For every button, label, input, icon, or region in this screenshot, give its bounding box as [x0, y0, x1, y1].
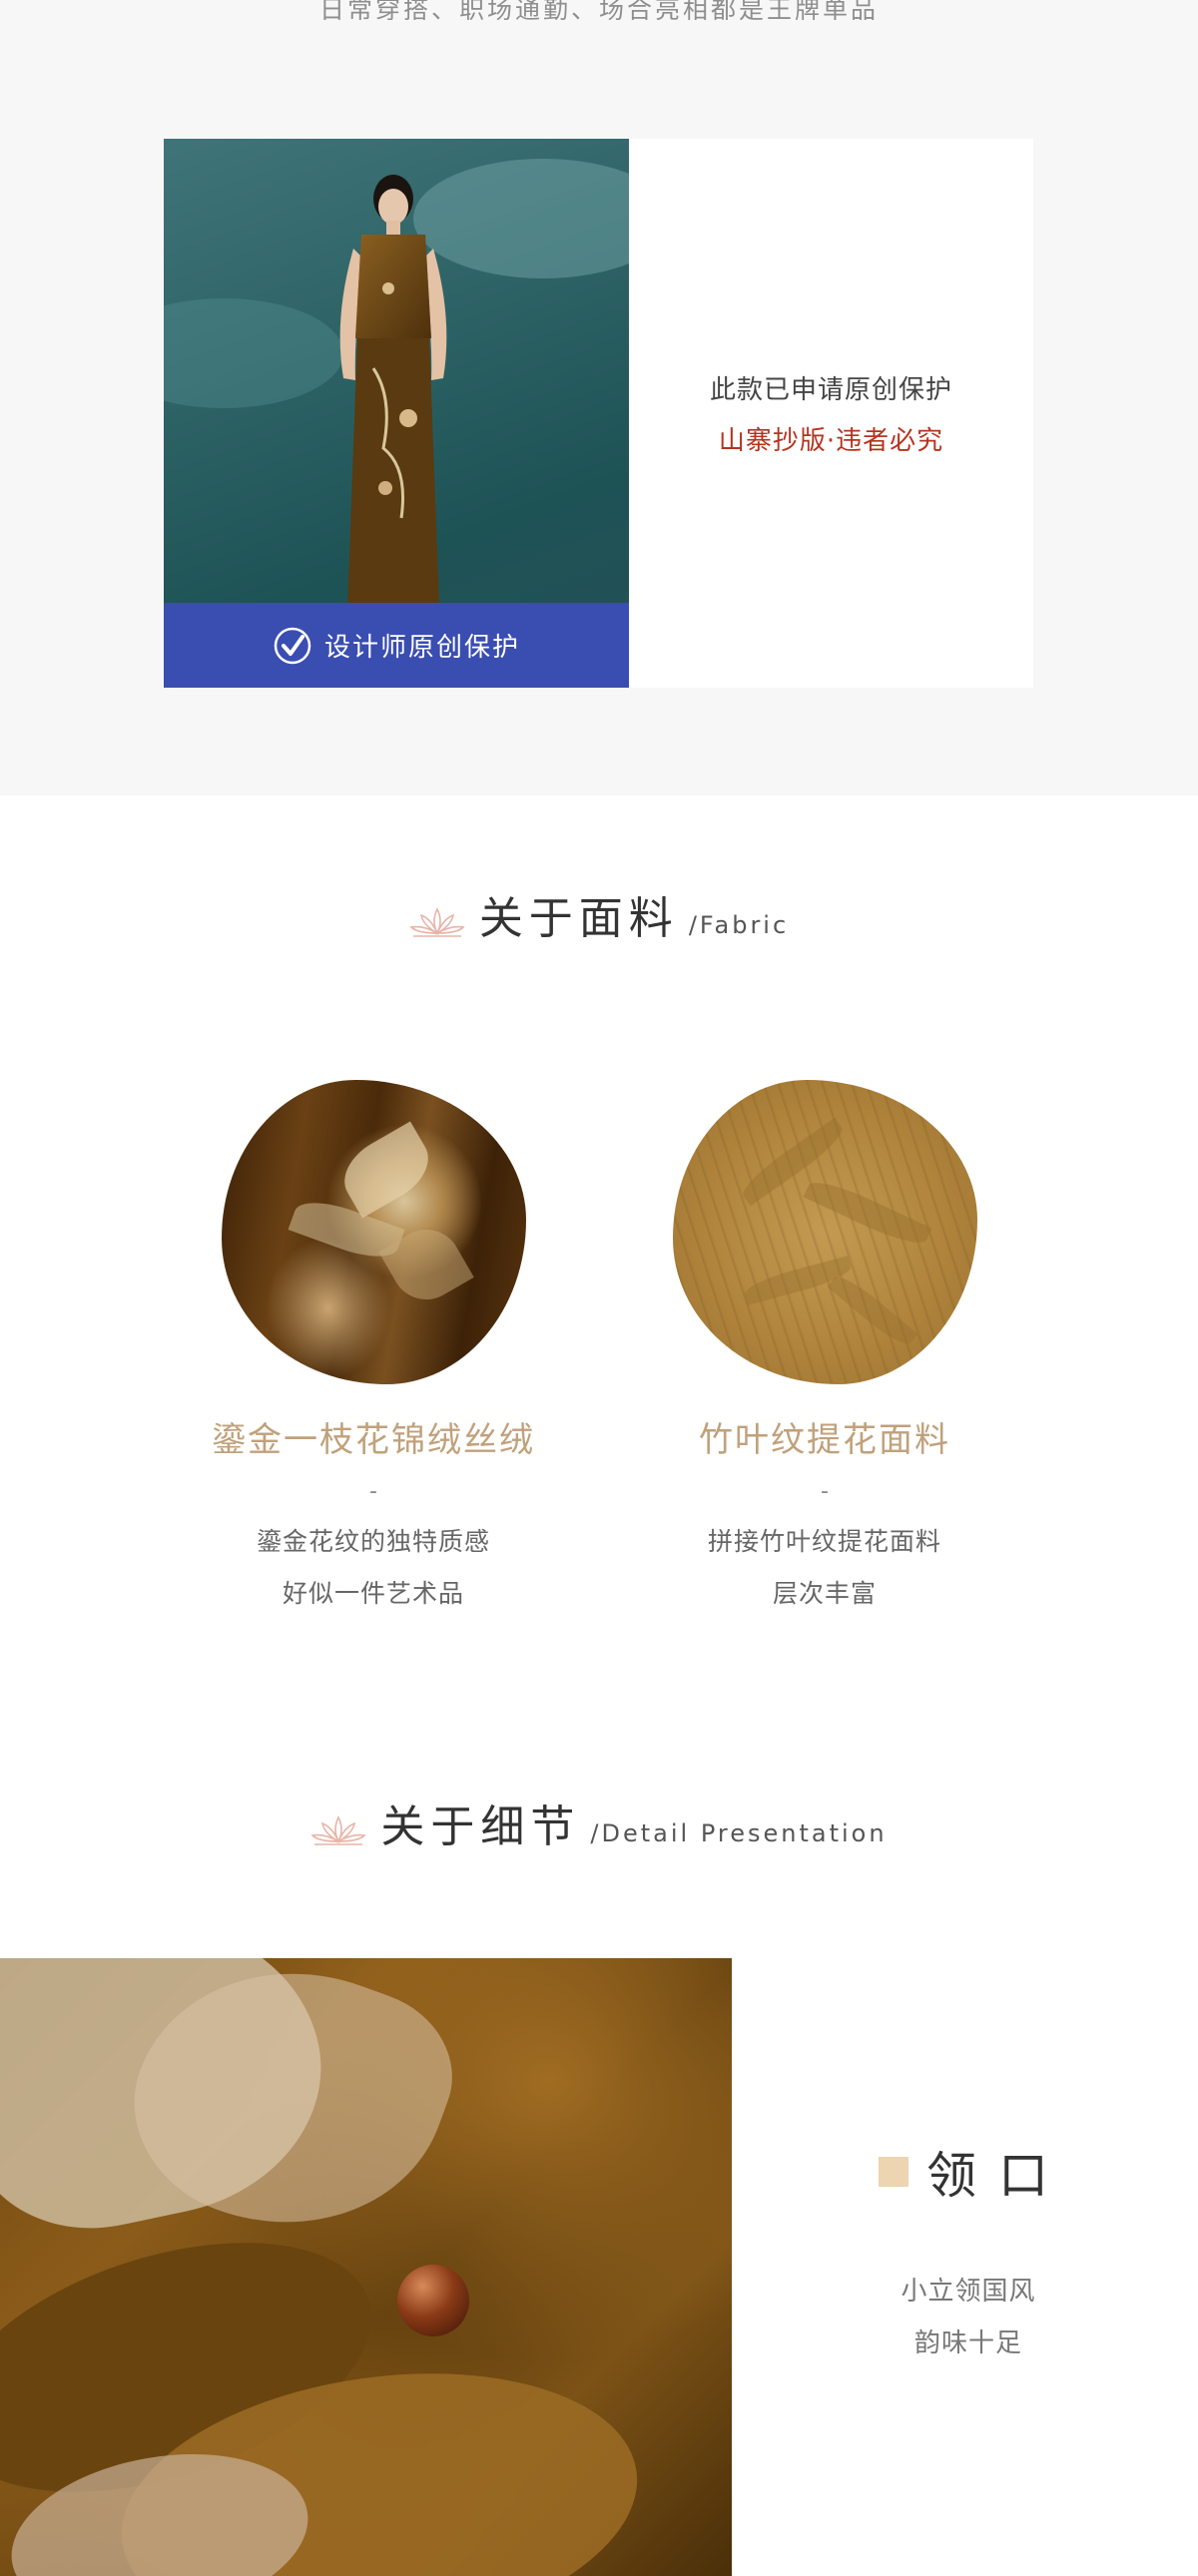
protection-section: 日常穿搭、职场通勤、场合亮相都是王牌单品 设计师原创保护 此款已申请原创保护 山…: [0, 0, 1198, 795]
bamboo-leaf-shape: [827, 1270, 917, 1351]
detail-desc-line: 韵味十足: [913, 2328, 1022, 2358]
protection-line-1: 此款已申请原创保护: [709, 375, 952, 405]
fabric-desc-line: 好似一件艺术品: [282, 1579, 464, 1608]
detail-title-en: /Detail Presentation: [590, 1819, 888, 1847]
fabric-section-title: 关于面料 /Fabric: [0, 893, 1198, 945]
designer-protection-banner: 设计师原创保护: [164, 603, 629, 688]
lotus-icon: [409, 907, 465, 937]
label-square-icon: [879, 2157, 908, 2187]
model-photo: 设计师原创保护: [164, 139, 629, 688]
top-caption: 日常穿搭、职场通勤、场合亮相都是王牌单品: [318, 0, 879, 20]
detail-title-cn: 关于细节: [380, 1802, 581, 1852]
fabric-description: 拼接竹叶纹提花面料 层次丰富: [615, 1516, 1034, 1620]
fabric-item: 竹叶纹提花面料 - 拼接竹叶纹提花面料 层次丰富: [615, 1080, 1034, 1620]
velvet-swatch-image: [221, 1080, 526, 1384]
detail-label-text: 领口: [926, 2147, 1070, 2205]
fabric-desc-line: 拼接竹叶纹提花面料: [707, 1527, 941, 1556]
fabric-name: 鎏金一枝花锦绒丝绒: [212, 1420, 535, 1460]
fabric-dash: -: [369, 1479, 377, 1504]
check-circle-icon: [274, 627, 311, 664]
bamboo-leaf-shape: [803, 1173, 931, 1253]
fabric-dash: -: [821, 1479, 829, 1504]
banner-text: 设计师原创保护: [323, 633, 520, 663]
detail-description: 小立领国风 韵味十足: [819, 2266, 1118, 2369]
fabric-name: 竹叶纹提花面料: [699, 1420, 950, 1460]
protection-notice: 此款已申请原创保护 山寨抄版·违者必究: [629, 139, 1033, 688]
fabric-title-cn: 关于面料: [478, 893, 679, 944]
model-figure: [339, 175, 447, 608]
fabric-desc-line: 层次丰富: [772, 1579, 877, 1608]
button-knot-shape: [397, 2265, 469, 2336]
detail-label: 领口: [879, 2136, 1070, 2208]
bamboo-swatch-image: [672, 1080, 977, 1384]
detail-section-title: 关于细节 /Detail Presentation: [0, 1802, 1198, 1853]
flower-petal-shape: [331, 1121, 440, 1219]
protection-line-2: 山寨抄版·违者必究: [718, 426, 944, 456]
fabric-desc-line: 鎏金花纹的独特质感: [256, 1527, 490, 1556]
fabric-description: 鎏金花纹的独特质感 好似一件艺术品: [164, 1516, 583, 1620]
lotus-icon: [310, 1815, 367, 1845]
detail-desc-line: 小立领国风: [900, 2277, 1036, 2307]
protection-card: 设计师原创保护 此款已申请原创保护 山寨抄版·违者必究: [164, 139, 1033, 688]
fabric-item: 鎏金一枝花锦绒丝绒 - 鎏金花纹的独特质感 好似一件艺术品: [164, 1080, 583, 1620]
fabric-title-en: /Fabric: [688, 911, 790, 939]
collar-detail-photo: [0, 1958, 732, 2576]
